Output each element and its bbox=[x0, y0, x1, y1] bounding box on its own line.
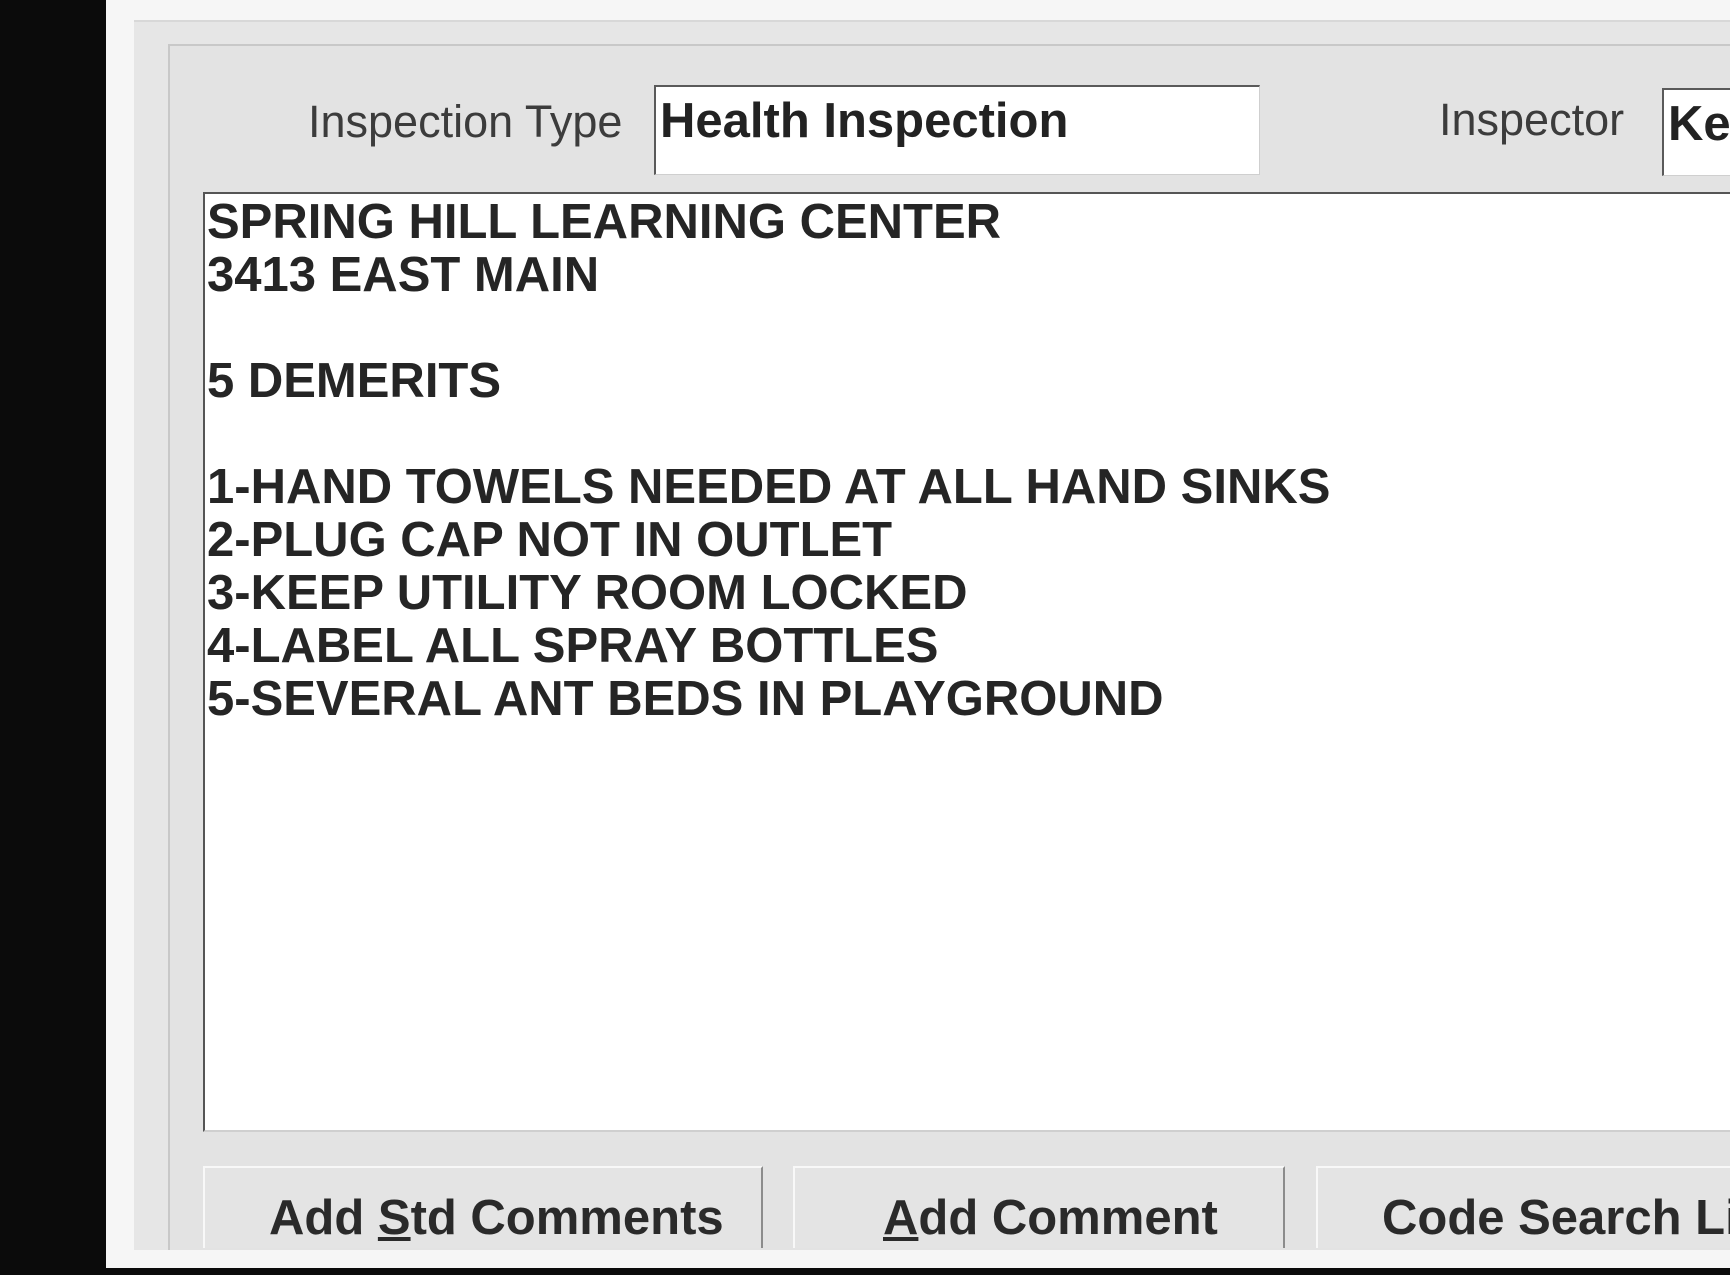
comment-line: 1-HAND TOWELS NEEDED AT ALL HAND SINKS bbox=[207, 460, 1331, 514]
comment-line: 2-PLUG CAP NOT IN OUTLET bbox=[207, 513, 893, 567]
scan-border-left bbox=[0, 0, 106, 1275]
add-std-comments-label: Add Std Comments bbox=[269, 1191, 724, 1245]
code-search-button[interactable]: Code Search Li bbox=[1316, 1166, 1730, 1248]
comments-textarea[interactable]: SPRING HILL LEARNING CENTER 3413 EAST MA… bbox=[203, 192, 1730, 1132]
comment-line: 3-KEEP UTILITY ROOM LOCKED bbox=[207, 566, 968, 620]
add-comment-button[interactable]: Add Comment bbox=[793, 1166, 1285, 1248]
comment-line: SPRING HILL LEARNING CENTER bbox=[207, 195, 1002, 249]
inspection-type-value: Health Inspection bbox=[660, 94, 1069, 148]
inspector-label: Inspector bbox=[1439, 94, 1625, 145]
inspector-field[interactable]: Ke bbox=[1662, 88, 1730, 176]
code-search-label: Code Search Li bbox=[1382, 1191, 1730, 1245]
comment-line: 4-LABEL ALL SPRAY BOTTLES bbox=[207, 619, 939, 673]
inspection-type-label: Inspection Type bbox=[308, 96, 623, 147]
add-std-comments-button[interactable]: Add Std Comments bbox=[203, 1166, 763, 1248]
comment-line: 5-SEVERAL ANT BEDS IN PLAYGROUND bbox=[207, 672, 1164, 726]
comment-line: 3413 EAST MAIN bbox=[207, 248, 600, 302]
add-comment-label: Add Comment bbox=[883, 1191, 1218, 1245]
inspection-type-field[interactable]: Health Inspection bbox=[654, 85, 1260, 175]
comment-line: 5 DEMERITS bbox=[207, 354, 502, 408]
scan-border-bottom bbox=[0, 1268, 1730, 1275]
inspector-value: Ke bbox=[1668, 97, 1730, 151]
